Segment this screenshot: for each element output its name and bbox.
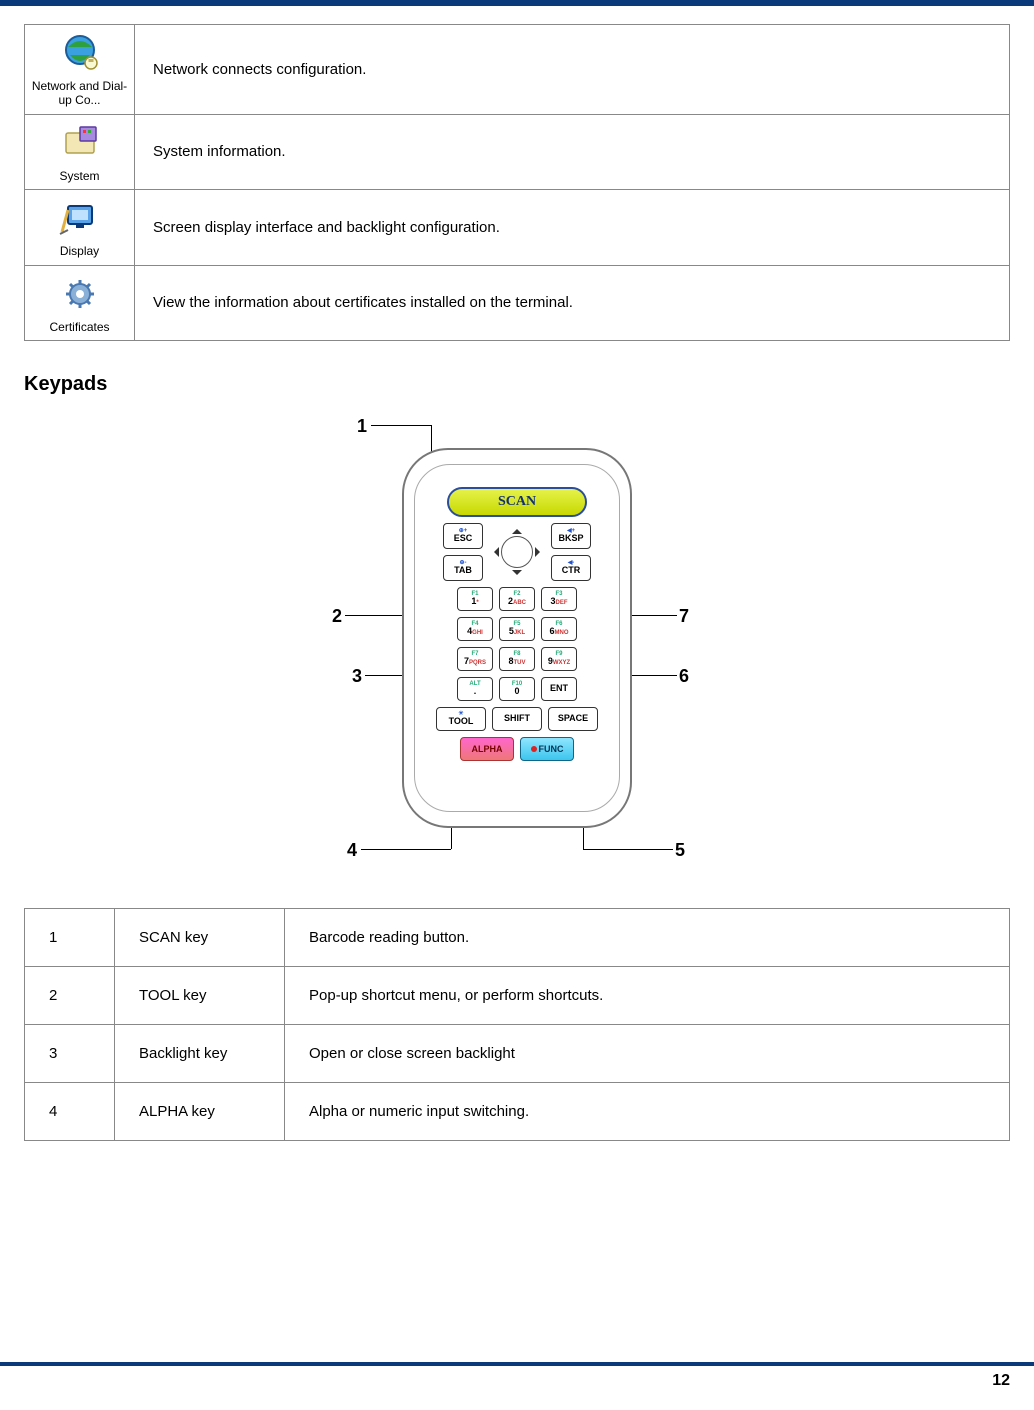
desc-cell: Screen display interface and backlight c…: [135, 190, 1010, 265]
leader-line: [361, 849, 451, 850]
alpha-key: ALPHA: [460, 737, 514, 761]
icon-label: Network and Dial-up Co...: [31, 79, 128, 108]
key-number: 4: [25, 1082, 115, 1140]
icon-description-table: Network and Dial-up Co... Network connec…: [24, 24, 1010, 341]
key-number: 1: [25, 908, 115, 966]
table-row: 1 SCAN key Barcode reading button.: [25, 908, 1010, 966]
key-name: SCAN key: [115, 908, 285, 966]
desc-cell: View the information about certificates …: [135, 265, 1010, 340]
icon-cell-network: Network and Dial-up Co...: [25, 25, 135, 115]
key-7: F77PQRS: [457, 647, 493, 671]
icon-label: Certificates: [49, 320, 109, 334]
icon-cell-display: Display: [25, 190, 135, 265]
display-monitor-icon: [56, 196, 104, 240]
table-row: 4 ALPHA key Alpha or numeric input switc…: [25, 1082, 1010, 1140]
table-row: System System information.: [25, 114, 1010, 189]
system-card-icon: [56, 121, 104, 165]
key-5: F55JKL: [499, 617, 535, 641]
key-8: F88TUV: [499, 647, 535, 671]
leader-line: [371, 425, 431, 426]
key-desc: Barcode reading button.: [285, 908, 1010, 966]
keypad-figure: 1 2 3 4 5 6 7 SCAN ⊕+ESC ⊕-TAB: [237, 408, 797, 868]
device-outline: SCAN ⊕+ESC ⊕-TAB ◀+BKSP ◀-CTR: [402, 448, 632, 828]
key-9: F99WXYZ: [541, 647, 577, 671]
ctr-key: ◀-CTR: [551, 555, 591, 581]
icon-label: System: [59, 169, 99, 183]
header-rule: [0, 0, 1034, 6]
icon-cell-certificates: Certificates: [25, 265, 135, 340]
desc-cell: System information.: [135, 114, 1010, 189]
key-name: Backlight key: [115, 1024, 285, 1082]
callout-1: 1: [357, 416, 367, 437]
table-row: Certificates View the information about …: [25, 265, 1010, 340]
space-key: SPACE: [548, 707, 598, 731]
table-row: Display Screen display interface and bac…: [25, 190, 1010, 265]
key-ent: ENT: [541, 677, 577, 701]
table-row: Network and Dial-up Co... Network connec…: [25, 25, 1010, 115]
bksp-key: ◀+BKSP: [551, 523, 591, 549]
callout-7: 7: [679, 606, 689, 627]
key-desc: Alpha or numeric input switching.: [285, 1082, 1010, 1140]
desc-cell: Network connects configuration.: [135, 25, 1010, 115]
key-desc: Pop-up shortcut menu, or perform shortcu…: [285, 966, 1010, 1024]
key-desc: Open or close screen backlight: [285, 1024, 1010, 1082]
callout-2: 2: [332, 606, 342, 627]
key-0: F100: [499, 677, 535, 701]
icon-label: Display: [60, 244, 99, 258]
key-name: TOOL key: [115, 966, 285, 1024]
key-3: F33DEF: [541, 587, 577, 611]
keypad-description-table: 1 SCAN key Barcode reading button. 2 TOO…: [24, 908, 1010, 1141]
device-inner: SCAN ⊕+ESC ⊕-TAB ◀+BKSP ◀-CTR: [414, 464, 620, 812]
callout-6: 6: [679, 666, 689, 687]
tab-key: ⊕-TAB: [443, 555, 483, 581]
key-number: 2: [25, 966, 115, 1024]
func-key: FUNC: [520, 737, 574, 761]
page-number: 12: [24, 1366, 1010, 1390]
dpad: [489, 524, 545, 580]
key-1: F11*: [457, 587, 493, 611]
key-number: 3: [25, 1024, 115, 1082]
key-name: ALPHA key: [115, 1082, 285, 1140]
tool-key: ☀TOOL: [436, 707, 486, 731]
callout-5: 5: [675, 840, 685, 861]
esc-key: ⊕+ESC: [443, 523, 483, 549]
scan-key: SCAN: [447, 487, 587, 517]
key-4: F44GHI: [457, 617, 493, 641]
key-2: F22ABC: [499, 587, 535, 611]
callout-3: 3: [352, 666, 362, 687]
table-row: 2 TOOL key Pop-up shortcut menu, or perf…: [25, 966, 1010, 1024]
leader-line: [583, 849, 673, 850]
key-dot: ALT.: [457, 677, 493, 701]
callout-4: 4: [347, 840, 357, 861]
key-6: F66MNO: [541, 617, 577, 641]
gear-icon: [56, 272, 104, 316]
globe-network-icon: [56, 31, 104, 75]
icon-cell-system: System: [25, 114, 135, 189]
shift-key: SHIFT: [492, 707, 542, 731]
table-row: 3 Backlight key Open or close screen bac…: [25, 1024, 1010, 1082]
section-heading-keypads: Keypads: [24, 373, 1010, 396]
